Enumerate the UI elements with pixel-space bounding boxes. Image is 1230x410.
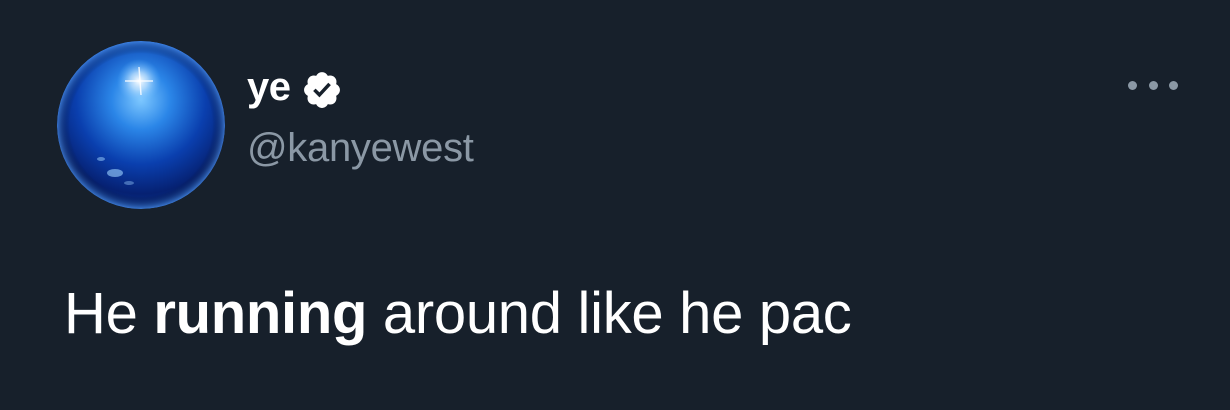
more-dot [1128, 80, 1137, 90]
display-name[interactable]: ye [247, 62, 291, 112]
tweet-text: He running around like he pac [64, 276, 852, 352]
author-name-row: ye [247, 62, 474, 112]
tweet-text-part: around like he pac [367, 281, 852, 346]
more-dot [1169, 80, 1178, 90]
avatar[interactable] [57, 41, 225, 209]
verified-badge-icon [301, 69, 343, 111]
tweet-text-part: He [64, 281, 154, 346]
tweet-card[interactable]: ye @kanyewest He running around like he … [0, 0, 1230, 410]
more-dot [1148, 80, 1158, 90]
tweet-author[interactable]: ye @kanyewest [247, 62, 474, 172]
more-horizontal-icon[interactable] [1128, 70, 1178, 100]
blue-sphere-avatar-icon [57, 41, 225, 209]
tweet-text-bold: running [153, 281, 368, 346]
author-handle[interactable]: @kanyewest [247, 124, 474, 172]
